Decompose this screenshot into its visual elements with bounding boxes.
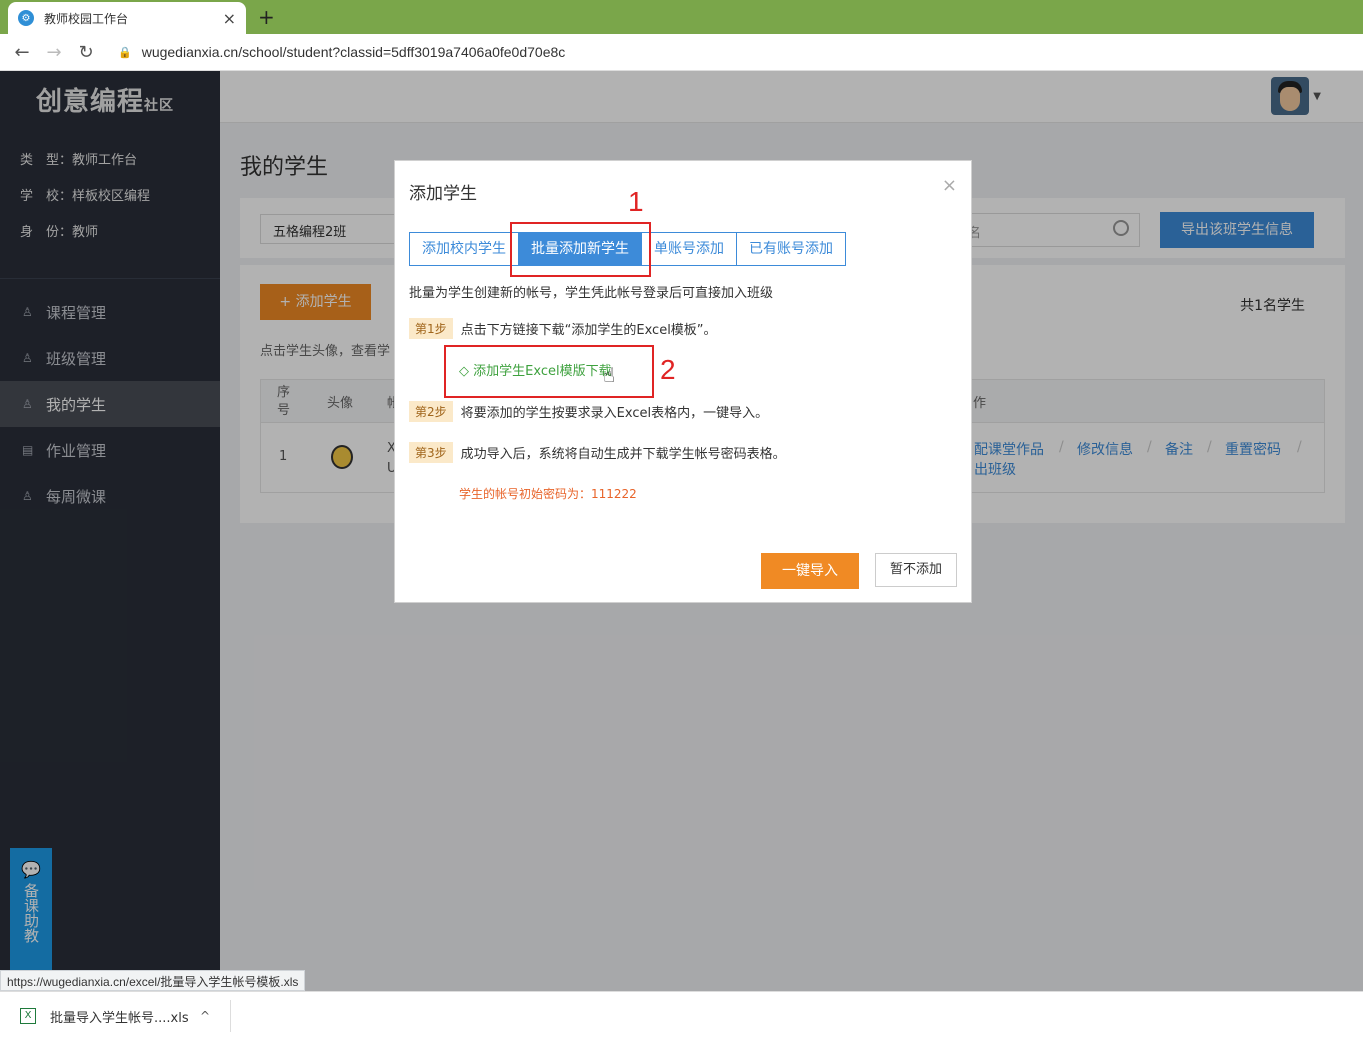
step-text: 点击下方链接下载“添加学生的Excel模板”。 <box>460 323 717 338</box>
hand-cursor-icon: ☝ <box>603 363 616 387</box>
excel-file-icon: X <box>20 1008 36 1024</box>
address-bar: ← → ↻ 🔒 wugedianxia.cn/school/student?cl… <box>0 34 1363 71</box>
downloads-divider <box>230 1000 231 1032</box>
close-tab-icon[interactable]: × <box>223 9 236 28</box>
download-item[interactable]: X 批量导入学生帐号....xls ^ <box>6 997 220 1035</box>
gear-icon: ⚙ <box>18 10 34 26</box>
step-2: 第2步 将要添加的学生按要求录入Excel表格内，一键导入。 <box>409 401 768 422</box>
initial-password-note: 学生的帐号初始密码为：111222 <box>459 487 637 501</box>
step-3: 第3步 成功导入后，系统将自动生成并下载学生帐号密码表格。 <box>409 442 786 463</box>
tab-title: 教师校园工作台 <box>44 11 129 26</box>
step-badge: 第3步 <box>409 442 453 463</box>
step-text: 成功导入后，系统将自动生成并下载学生帐号密码表格。 <box>460 447 786 462</box>
chevron-up-icon[interactable]: ^ <box>200 1009 210 1023</box>
tab-add-school-student[interactable]: 添加校内学生 <box>410 233 519 265</box>
tab-existing-account[interactable]: 已有账号添加 <box>737 233 845 265</box>
step-1: 第1步 点击下方链接下载“添加学生的Excel模板”。 <box>409 318 717 339</box>
download-file-name: 批量导入学生帐号....xls <box>50 1010 189 1026</box>
browser-tab[interactable]: ⚙ 教师校园工作台 × <box>8 2 246 34</box>
annotation-number-2: 2 <box>660 354 676 385</box>
lock-icon[interactable]: 🔒 <box>118 46 132 59</box>
browser-tab-strip: ⚙ 教师校园工作台 × + <box>0 0 1363 34</box>
status-url: https://wugedianxia.cn/excel/批量导入学生帐号模板.… <box>0 970 306 991</box>
reload-button[interactable]: ↻ <box>76 42 96 63</box>
annotation-number-1: 1 <box>628 186 644 217</box>
url-input[interactable]: wugedianxia.cn/school/student?classid=5d… <box>142 44 566 60</box>
step-badge: 第1步 <box>409 318 453 339</box>
annotation-box-2 <box>444 345 654 398</box>
annotation-box-1 <box>510 222 651 277</box>
tab-single-account[interactable]: 单账号添加 <box>642 233 737 265</box>
forward-button[interactable]: → <box>44 42 64 63</box>
close-icon[interactable]: × <box>942 175 957 196</box>
dialog-title: 添加学生 <box>409 184 477 204</box>
back-button[interactable]: ← <box>12 42 32 63</box>
import-button[interactable]: 一键导入 <box>761 553 859 589</box>
step-text: 将要添加的学生按要求录入Excel表格内，一键导入。 <box>460 406 769 421</box>
downloads-bar: X 批量导入学生帐号....xls ^ <box>0 991 1363 1038</box>
skip-button[interactable]: 暂不添加 <box>875 553 957 587</box>
dialog-description: 批量为学生创建新的帐号，学生凭此帐号登录后可直接加入班级 <box>409 286 774 301</box>
new-tab-button[interactable]: + <box>258 5 275 29</box>
step-badge: 第2步 <box>409 401 453 422</box>
